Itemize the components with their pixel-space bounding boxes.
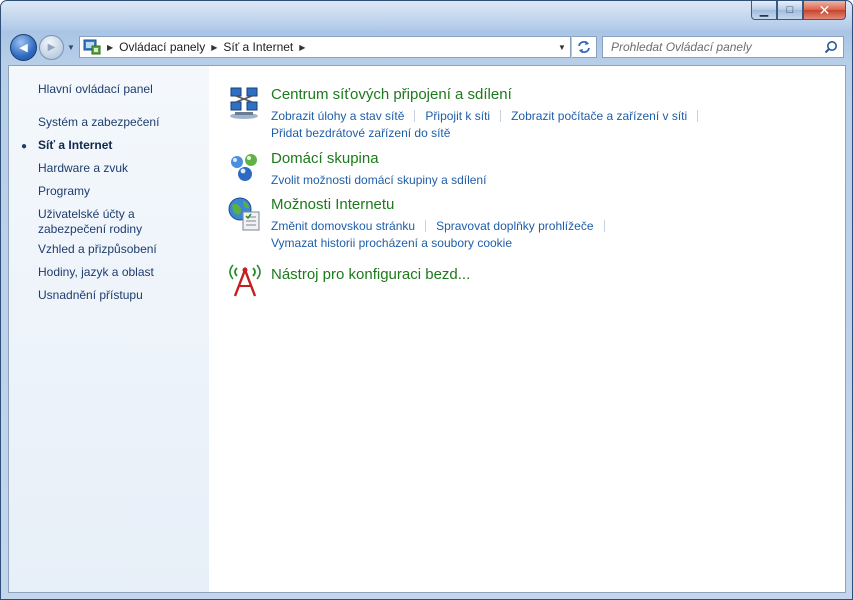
task-link-view-network-status[interactable]: Zobrazit úlohy a stav sítě	[271, 109, 404, 123]
sidebar-item-hardware-sound[interactable]: Hardware a zvuk	[38, 161, 208, 176]
task-link-delete-history[interactable]: Vymazat historii procházení a soubory co…	[271, 236, 512, 250]
refresh-button[interactable]	[572, 36, 597, 58]
back-arrow-icon: ◀	[19, 42, 28, 54]
breadcrumb-control-panel[interactable]: Ovládací panely	[119, 40, 205, 54]
link-divider	[414, 109, 416, 122]
control-panel-icon	[83, 39, 101, 55]
link-divider	[425, 219, 427, 232]
search-box[interactable]	[602, 36, 844, 58]
homegroup-icon	[231, 154, 257, 181]
task-link-homegroup-options[interactable]: Zvolit možnosti domácí skupiny a sdílení	[271, 173, 486, 187]
title-bar	[1, 1, 852, 31]
active-bullet-icon: ●	[21, 141, 28, 152]
minimize-button[interactable]: ▁	[751, 1, 777, 20]
sidebar-item-network-internet[interactable]: Síť a Internet	[38, 138, 208, 153]
breadcrumb-separator[interactable]: ▶	[299, 43, 305, 52]
recent-pages-dropdown[interactable]: ▼	[65, 41, 77, 53]
search-input[interactable]	[611, 40, 821, 54]
sidebar-item-clock-language[interactable]: Hodiny, jazyk a oblast	[38, 265, 208, 280]
close-button[interactable]: ✕	[803, 1, 846, 20]
category-links: Změnit domovskou stránku Spravovat doplň…	[271, 217, 831, 251]
chevron-down-icon: ▼	[558, 42, 566, 52]
link-divider	[500, 109, 502, 122]
link-divider	[697, 109, 699, 122]
task-link-view-network-computers[interactable]: Zobrazit počítače a zařízení v síti	[511, 109, 687, 123]
breadcrumb-separator[interactable]: ▶	[107, 43, 113, 52]
task-link-manage-addons[interactable]: Spravovat doplňky prohlížeče	[436, 219, 593, 233]
sidebar: Hlavní ovládací panel Systém a zabezpeče…	[9, 66, 209, 592]
chevron-down-icon: ▼	[67, 42, 75, 52]
breadcrumb-separator[interactable]: ▶	[211, 43, 217, 52]
category-links: Zvolit možnosti domácí skupiny a sdílení	[271, 171, 831, 188]
category-title-internet-options[interactable]: Možnosti Internetu	[271, 196, 394, 213]
back-button[interactable]: ◀	[10, 34, 37, 61]
category-links: Zobrazit úlohy a stav sítě Připojit k sí…	[271, 107, 831, 141]
sidebar-item-ease-of-access[interactable]: Usnadnění přístupu	[38, 288, 208, 303]
task-link-connect-to-network[interactable]: Připojit k síti	[425, 109, 490, 123]
sidebar-item-home[interactable]: Hlavní ovládací panel	[38, 82, 208, 97]
window-controls: ▁ □ ✕	[751, 1, 846, 20]
address-dropdown[interactable]: ▼	[554, 37, 570, 57]
forward-button[interactable]: ▶	[39, 35, 64, 60]
content-area: Hlavní ovládací panel Systém a zabezpeče…	[8, 65, 846, 593]
sidebar-item-appearance[interactable]: Vzhled a přizpůsobení	[38, 242, 208, 257]
task-link-add-wireless-device[interactable]: Přidat bezdrátové zařízení do sítě	[271, 126, 450, 140]
address-bar[interactable]: ▶ Ovládací panely ▶ Síť a Internet ▶ ▼	[79, 36, 571, 58]
maximize-button[interactable]: □	[777, 1, 803, 20]
breadcrumb-network-internet[interactable]: Síť a Internet	[223, 40, 293, 54]
refresh-icon	[578, 41, 590, 53]
sidebar-item-programs[interactable]: Programy	[38, 184, 208, 199]
link-divider	[603, 219, 605, 232]
category-title-wireless-config[interactable]: Nástroj pro konfiguraci bezd...	[271, 266, 470, 283]
internet-options-icon	[228, 197, 260, 231]
sidebar-item-user-accounts[interactable]: Uživatelské účty a zabezpečení rodiny	[38, 207, 206, 237]
sidebar-item-system-security[interactable]: Systém a zabezpečení	[38, 115, 208, 130]
main-panel: Centrum síťových připojení a sdílení Zob…	[209, 66, 845, 592]
wireless-config-icon	[229, 264, 261, 297]
forward-arrow-icon: ▶	[47, 42, 56, 53]
category-title-homegroup[interactable]: Domácí skupina	[271, 150, 379, 167]
window: ▁ □ ✕ ◀ ▶ ▼ ▶ Ovládací panely ▶ Síť a In…	[0, 0, 853, 600]
network-center-icon	[230, 87, 258, 119]
search-icon[interactable]	[824, 40, 838, 54]
task-link-change-home-page[interactable]: Změnit domovskou stránku	[271, 219, 415, 233]
navigation-bar: ◀ ▶ ▼ ▶ Ovládací panely ▶ Síť a Internet…	[1, 31, 852, 65]
category-title-network-center[interactable]: Centrum síťových připojení a sdílení	[271, 86, 512, 103]
